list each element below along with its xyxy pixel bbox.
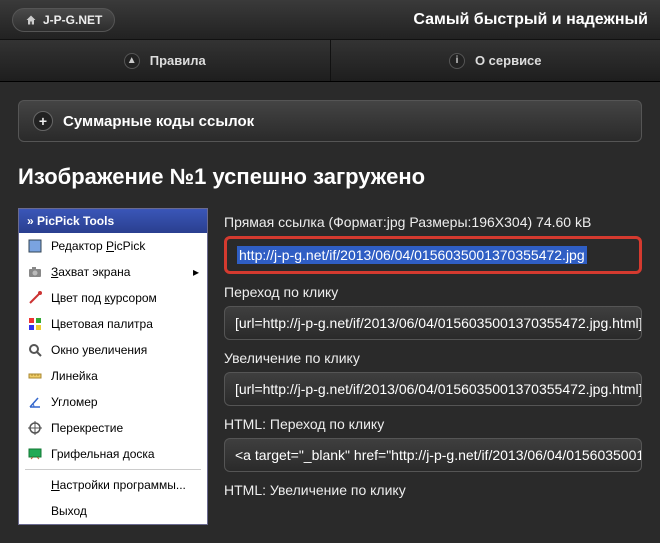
menu-item-label: Цветовая палитра bbox=[51, 317, 153, 331]
picpick-menu: » PicPick Tools Редактор PicPick Захват э… bbox=[18, 208, 208, 525]
html-click-label: HTML: Переход по клику bbox=[224, 416, 642, 432]
tab-label: О сервисе bbox=[475, 53, 542, 68]
menu-item-label: Окно увеличения bbox=[51, 343, 147, 357]
picpick-item-crosshair[interactable]: Перекрестие bbox=[19, 415, 207, 441]
editor-icon bbox=[27, 238, 43, 254]
summary-codes-toggle[interactable]: + Суммарные коды ссылок bbox=[18, 100, 642, 142]
home-icon bbox=[25, 14, 37, 26]
board-icon bbox=[27, 446, 43, 462]
crosshair-icon bbox=[27, 420, 43, 436]
magnify-icon bbox=[27, 342, 43, 358]
brand-label: J-P-G.NET bbox=[43, 13, 102, 27]
menu-item-label: Редактор PicPick bbox=[51, 239, 145, 253]
tab-about[interactable]: i О сервисе bbox=[331, 40, 660, 81]
picker-icon bbox=[27, 290, 43, 306]
picpick-settings[interactable]: Настройки программы... bbox=[19, 472, 207, 498]
protractor-icon bbox=[27, 394, 43, 410]
tab-label: Правила bbox=[150, 53, 206, 68]
zoom-link-label: Увеличение по клику bbox=[224, 350, 642, 366]
blank-icon bbox=[27, 503, 43, 519]
direct-link-value: http://j-p-g.net/if/2013/06/04/015603500… bbox=[237, 246, 587, 264]
tagline: Самый быстрый и надежный bbox=[115, 11, 648, 29]
summary-label: Суммарные коды ссылок bbox=[63, 113, 254, 130]
submenu-arrow-icon: ▸ bbox=[193, 265, 199, 279]
main-row: » PicPick Tools Редактор PicPick Захват э… bbox=[18, 208, 642, 525]
menu-item-label: Линейка bbox=[51, 369, 98, 383]
menu-item-label: Захват экрана bbox=[51, 265, 130, 279]
picpick-item-magnify[interactable]: Окно увеличения bbox=[19, 337, 207, 363]
menu-item-label: Настройки программы... bbox=[51, 478, 186, 492]
picpick-exit[interactable]: Выход bbox=[19, 498, 207, 524]
html-click-input[interactable]: <a target="_blank" href="http://j-p-g.ne… bbox=[224, 438, 642, 472]
zoom-link-input[interactable]: [url=http://j-p-g.net/if/2013/06/04/0156… bbox=[224, 372, 642, 406]
blank-icon bbox=[27, 477, 43, 493]
camera-icon bbox=[27, 264, 43, 280]
palette-icon bbox=[27, 316, 43, 332]
picpick-item-palette[interactable]: Цветовая палитра bbox=[19, 311, 207, 337]
menu-separator bbox=[25, 469, 201, 470]
info-icon: i bbox=[449, 53, 465, 69]
plus-icon: + bbox=[33, 111, 53, 131]
top-bar: J-P-G.NET Самый быстрый и надежный bbox=[0, 0, 660, 40]
picpick-item-protractor[interactable]: Угломер bbox=[19, 389, 207, 415]
direct-link-label: Прямая ссылка (Формат:jpg Размеры:196X30… bbox=[224, 214, 642, 230]
ruler-icon bbox=[27, 368, 43, 384]
click-link-label: Переход по клику bbox=[224, 284, 642, 300]
brand-home-button[interactable]: J-P-G.NET bbox=[12, 8, 115, 32]
tab-rules[interactable]: ▲ Правила bbox=[0, 40, 331, 81]
direct-link-input[interactable]: http://j-p-g.net/if/2013/06/04/015603500… bbox=[224, 236, 642, 274]
picpick-item-camera[interactable]: Захват экрана ▸ bbox=[19, 259, 207, 285]
menu-item-label: Грифельная доска bbox=[51, 447, 155, 461]
picpick-item-ruler[interactable]: Линейка bbox=[19, 363, 207, 389]
menu-item-label: Цвет под курсором bbox=[51, 291, 157, 305]
picpick-item-board[interactable]: Грифельная доска bbox=[19, 441, 207, 467]
link-fields: Прямая ссылка (Формат:jpg Размеры:196X30… bbox=[224, 208, 642, 504]
picpick-item-picker[interactable]: Цвет под курсором bbox=[19, 285, 207, 311]
click-link-input[interactable]: [url=http://j-p-g.net/if/2013/06/04/0156… bbox=[224, 306, 642, 340]
menu-item-label: Угломер bbox=[51, 395, 98, 409]
menu-item-label: Перекрестие bbox=[51, 421, 123, 435]
picpick-header: » PicPick Tools bbox=[19, 209, 207, 233]
tabs-row: ▲ Правила i О сервисе bbox=[0, 40, 660, 82]
picpick-item-editor[interactable]: Редактор PicPick bbox=[19, 233, 207, 259]
content: + Суммарные коды ссылок Изображение №1 у… bbox=[0, 82, 660, 543]
html-zoom-label: HTML: Увеличение по клику bbox=[224, 482, 642, 498]
alert-icon: ▲ bbox=[124, 53, 140, 69]
menu-item-label: Выход bbox=[51, 504, 87, 518]
page-title: Изображение №1 успешно загружено bbox=[18, 164, 642, 190]
